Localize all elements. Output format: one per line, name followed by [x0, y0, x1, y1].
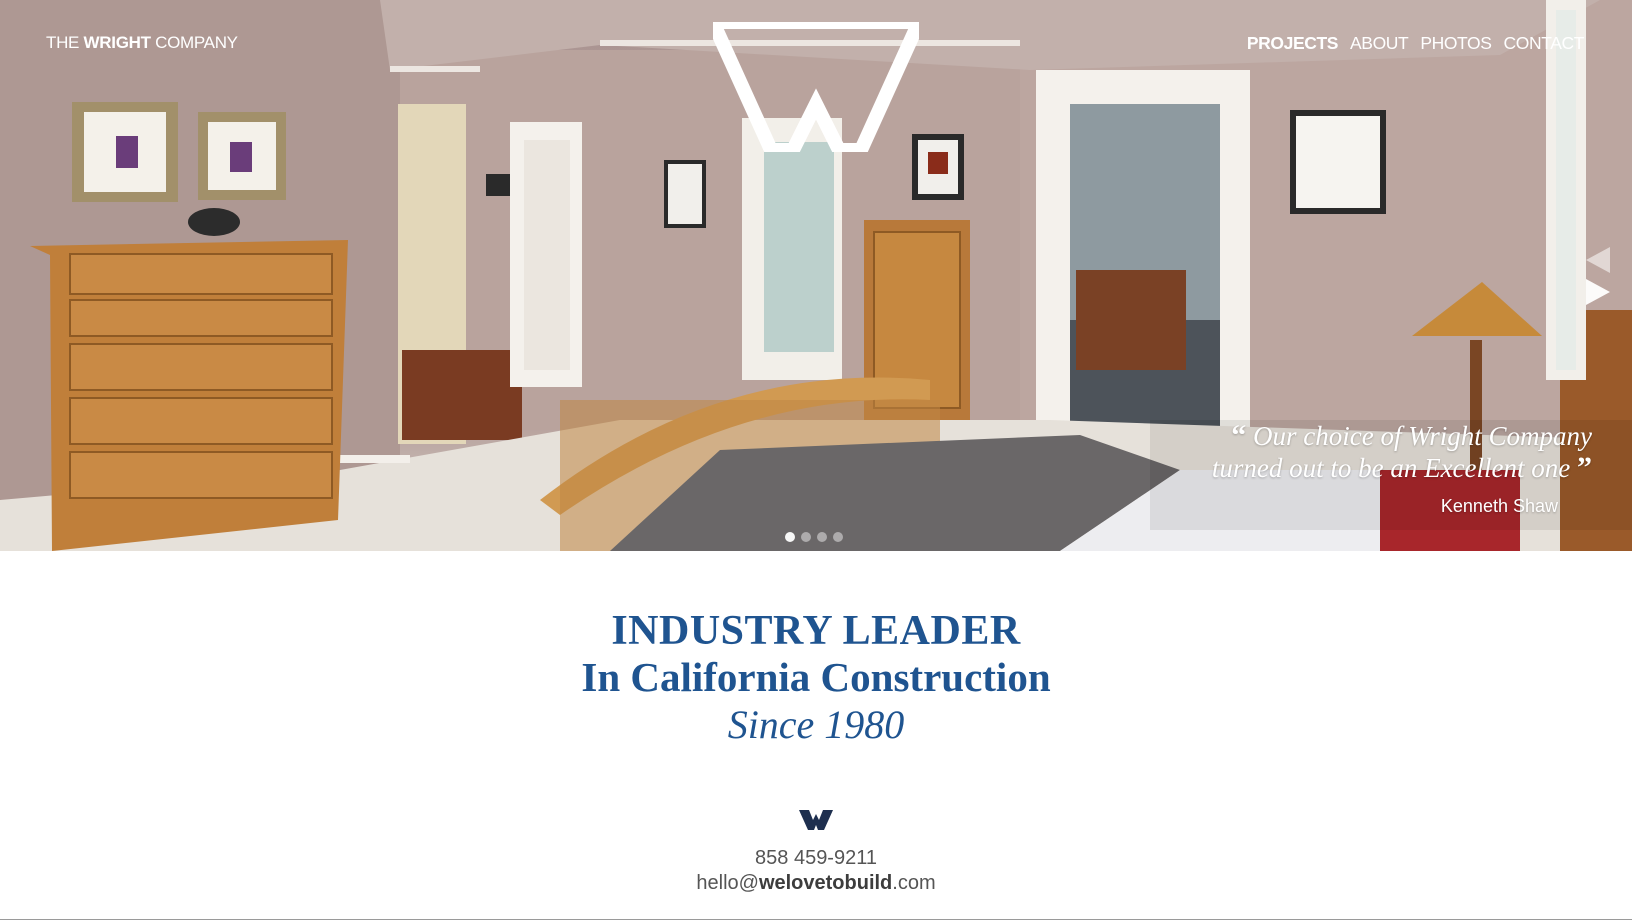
testimonial-author: Kenneth Shaw [1440, 496, 1558, 516]
headline-line-3: Since 1980 [727, 702, 905, 747]
slider-pagination [785, 532, 843, 542]
slider-next-icon[interactable] [1586, 279, 1610, 305]
wright-logo-icon[interactable] [713, 22, 919, 152]
brand-wordmark[interactable]: THE WRIGHT COMPANY [46, 33, 238, 53]
slide-dot-4[interactable] [833, 532, 843, 542]
main-nav: PROJECTS ABOUT PHOTOS CONTACT [1247, 33, 1585, 54]
contact-info: 858 459-9211 hello@welovetobuild.com [0, 846, 1632, 896]
hero-slider: THE WRIGHT COMPANY PROJECTS ABOUT PHOTOS… [0, 0, 1632, 551]
w-logo-icon [799, 810, 833, 830]
email-domain: welovetobuild [758, 872, 893, 894]
nav-contact[interactable]: CONTACT [1504, 33, 1585, 54]
headline-line-2: In California Construction [581, 654, 1051, 700]
slide-dot-2[interactable] [801, 532, 811, 542]
page: THE WRIGHT COMPANY PROJECTS ABOUT PHOTOS… [0, 0, 1632, 920]
quote-line-1: Our choice of Wright Company [1253, 421, 1592, 451]
brand-suffix: COMPANY [155, 33, 238, 52]
brand-prefix: THE [46, 33, 80, 52]
nav-projects[interactable]: PROJECTS [1247, 33, 1339, 54]
nav-about[interactable]: ABOUT [1350, 33, 1409, 54]
quote-line-2: turned out to be an Excellent one [1211, 453, 1571, 483]
slide-dot-1[interactable] [785, 532, 795, 542]
brand-name: WRIGHT [83, 33, 151, 52]
hero-headline: INDUSTRY LEADER In California Constructi… [0, 608, 1632, 749]
email-link[interactable]: hello@welovetobuild.com [0, 871, 1632, 896]
close-quote-icon: ” [1577, 451, 1592, 484]
email-user: hello@ [696, 872, 759, 894]
slide-dot-3[interactable] [817, 532, 827, 542]
phone-number[interactable]: 858 459-9211 [0, 846, 1632, 871]
open-quote-icon: “ [1231, 419, 1247, 452]
testimonial-quote: “ Our choice of Wright Company turned ou… [1132, 420, 1592, 484]
email-tld: .com [892, 872, 936, 894]
nav-photos[interactable]: PHOTOS [1420, 33, 1492, 54]
slider-prev-icon[interactable] [1586, 247, 1610, 273]
headline-line-1: INDUSTRY LEADER [611, 608, 1021, 654]
